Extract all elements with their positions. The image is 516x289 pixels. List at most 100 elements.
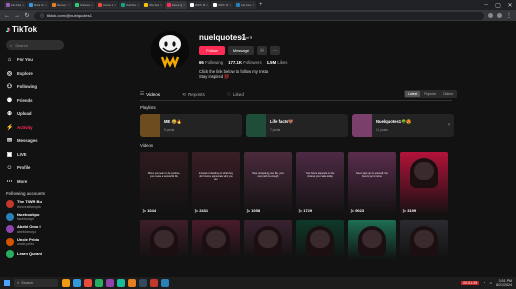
close-window-icon[interactable]: ✕ bbox=[504, 0, 516, 10]
tab-close-icon[interactable]: × bbox=[229, 3, 231, 7]
taskbar-app-icon[interactable] bbox=[106, 279, 114, 287]
site-info-icon[interactable]: ⓘ bbox=[40, 13, 44, 19]
sidebar-item-explore[interactable]: ◎ Explore bbox=[6, 69, 64, 77]
sort-popular[interactable]: Popular bbox=[421, 91, 439, 97]
tab-close-icon[interactable]: × bbox=[137, 3, 139, 7]
person-hood bbox=[258, 230, 278, 248]
video-thumbnail[interactable] bbox=[348, 220, 396, 260]
browser-tab[interactable]: 2027k Tik × bbox=[188, 1, 210, 9]
follow-button[interactable]: Follow bbox=[199, 46, 225, 55]
volume-icon[interactable]: ♫ bbox=[489, 281, 492, 285]
sidebar-item-more[interactable]: ⋯ More bbox=[6, 177, 64, 185]
video-thumbnail[interactable] bbox=[400, 220, 448, 260]
taskbar-app-icon[interactable] bbox=[139, 279, 147, 287]
video-thumbnail[interactable] bbox=[192, 220, 240, 260]
sidebar-item-activity[interactable]: ⚡ Activity bbox=[6, 123, 64, 131]
wifi-icon[interactable]: ◔ bbox=[483, 281, 485, 285]
video-thumbnail[interactable] bbox=[244, 220, 292, 260]
tab-close-icon[interactable]: × bbox=[91, 3, 93, 7]
taskbar-app-icon[interactable] bbox=[84, 279, 92, 287]
tab-close-icon[interactable]: × bbox=[45, 3, 47, 7]
browser-menu-icon[interactable]: ⋮ bbox=[506, 12, 512, 19]
playlist-card[interactable]: ME 😂🔥 9 posts bbox=[140, 114, 242, 137]
tab-close-icon[interactable]: × bbox=[22, 3, 24, 7]
tab-title: Mova Ya Ca bbox=[34, 3, 44, 7]
playlist-card[interactable]: Nuelquotes1🌳😍 11 posts bbox=[352, 114, 454, 137]
sort-latest[interactable]: Latest bbox=[405, 91, 421, 97]
browser-tab[interactable]: Vedi Music× bbox=[119, 1, 141, 9]
profile-avatar-icon[interactable] bbox=[497, 13, 502, 18]
tab-close-icon[interactable]: × bbox=[206, 3, 208, 7]
minimize-icon[interactable]: – bbox=[480, 0, 492, 10]
taskbar-app-icon[interactable] bbox=[95, 279, 103, 287]
sidebar-item-upload[interactable]: ⊕ Upload bbox=[6, 110, 64, 118]
tab-label: Videos bbox=[146, 91, 161, 97]
following-account[interactable]: The TIWR Bu thecreativespla bbox=[6, 199, 64, 209]
following-account[interactable]: Abebi Omo Iabebiomoyo bbox=[6, 224, 64, 234]
video-thumbnail[interactable]: Instead of dwelling on what they don't k… bbox=[192, 152, 240, 216]
sidebar-item-live[interactable]: ▣ LIVE bbox=[6, 150, 64, 158]
stat-followers[interactable]: 177.1K Followers bbox=[228, 60, 261, 65]
maximize-icon[interactable]: ▢ bbox=[492, 0, 504, 10]
taskbar-app-icon[interactable] bbox=[73, 279, 81, 287]
browser-tab[interactable]: Lilo Aubers× bbox=[4, 1, 26, 9]
video-thumbnail[interactable]: Never give up on yourself, the best is y… bbox=[348, 152, 396, 216]
video-thumbnail[interactable]: Your future depends on the choices you m… bbox=[296, 152, 344, 216]
taskbar-app-icon[interactable] bbox=[150, 279, 158, 287]
forward-icon[interactable]: → bbox=[14, 13, 20, 19]
recording-timer[interactable]: 00:01:35 bbox=[461, 281, 480, 285]
taskbar-app-icon[interactable] bbox=[161, 279, 169, 287]
sort-oldest[interactable]: Oldest bbox=[440, 91, 456, 97]
browser-tab[interactable]: Vibe Splash× bbox=[142, 1, 164, 9]
sidebar-item-friends[interactable]: ⚉ Friends bbox=[6, 96, 64, 104]
message-button[interactable]: Message bbox=[228, 46, 254, 55]
following-account[interactable]: Learn Qurani bbox=[6, 250, 64, 258]
taskbar-app-icon[interactable] bbox=[117, 279, 125, 287]
browser-tab[interactable]: 2027k Tik × bbox=[211, 1, 233, 9]
back-icon[interactable]: ← bbox=[4, 13, 10, 19]
url-input[interactable]: ⓘ tiktok.com/@nuelquotes1 bbox=[34, 11, 484, 20]
browser-tab[interactable]: Mova Ya Ca× bbox=[27, 1, 49, 9]
following-account[interactable]: Uncle Prido uncle.prido bbox=[6, 237, 64, 246]
extension-icon[interactable] bbox=[488, 13, 493, 18]
sidebar-item-following[interactable]: ⚇ Following bbox=[6, 83, 64, 91]
tab-close-icon[interactable]: × bbox=[252, 3, 254, 7]
view-count-value: 1044 bbox=[147, 208, 157, 213]
tab-close-icon[interactable]: × bbox=[68, 3, 70, 7]
more-options-icon[interactable]: ⋯ bbox=[270, 46, 280, 55]
video-thumbnail[interactable]: Stop comparing your life, your own path … bbox=[244, 152, 292, 216]
taskbar-app-icon[interactable] bbox=[62, 279, 70, 287]
clock[interactable]: 3:51 PM 8/21/2024 bbox=[496, 279, 512, 287]
browser-tab[interactable]: Get more × bbox=[234, 1, 256, 9]
chevron-right-icon[interactable]: › bbox=[448, 122, 450, 128]
video-thumbnail[interactable]: ▷ 3199 bbox=[400, 152, 448, 216]
browser-tab[interactable]: Achievement× bbox=[73, 1, 95, 9]
search-input[interactable]: ⌕ Search bbox=[6, 40, 64, 50]
tab-label: Reposts bbox=[187, 92, 205, 97]
browser-tab[interactable]: Recoup Yo× bbox=[50, 1, 72, 9]
tiktok-logo[interactable]: ♪ TikTok bbox=[6, 25, 64, 34]
sidebar-item-messages[interactable]: ✉ Messages bbox=[6, 137, 64, 145]
stat-likes[interactable]: 1.5M Likes bbox=[267, 60, 288, 65]
video-thumbnail[interactable]: When you learn to be positive, you creat… bbox=[140, 152, 188, 216]
profile-avatar[interactable] bbox=[151, 31, 189, 69]
video-thumbnail[interactable] bbox=[140, 220, 188, 260]
browser-tab[interactable]: Course Inst× bbox=[96, 1, 118, 9]
reload-icon[interactable]: ↻ bbox=[24, 12, 30, 19]
sidebar-item-profile[interactable]: ☺ Profile bbox=[6, 164, 64, 172]
sidebar-item-for-you[interactable]: ⌂ For You bbox=[6, 56, 64, 64]
video-thumbnail[interactable] bbox=[296, 220, 344, 260]
playlist-card[interactable]: Life facts🤎 7 posts bbox=[246, 114, 348, 137]
system-tray: 00:01:35 ◔ ♫ 3:51 PM 8/21/2024 bbox=[461, 279, 512, 287]
tab-close-icon[interactable]: × bbox=[160, 3, 162, 7]
taskbar-search-input[interactable]: ⌕ Search bbox=[14, 279, 58, 287]
windows-start-icon[interactable] bbox=[4, 280, 10, 286]
add-friend-icon[interactable]: ⚇ bbox=[257, 46, 267, 55]
tab-close-icon[interactable]: × bbox=[114, 3, 116, 7]
taskbar-app-icon[interactable] bbox=[128, 279, 136, 287]
browser-tab[interactable]: kissed (@)× bbox=[165, 1, 187, 9]
new-tab-button[interactable]: + bbox=[259, 2, 263, 8]
stat-following[interactable]: 66 Following bbox=[199, 60, 223, 65]
tab-close-icon[interactable]: × bbox=[183, 3, 185, 7]
following-account[interactable]: facebookpo facebookpl bbox=[6, 212, 64, 221]
